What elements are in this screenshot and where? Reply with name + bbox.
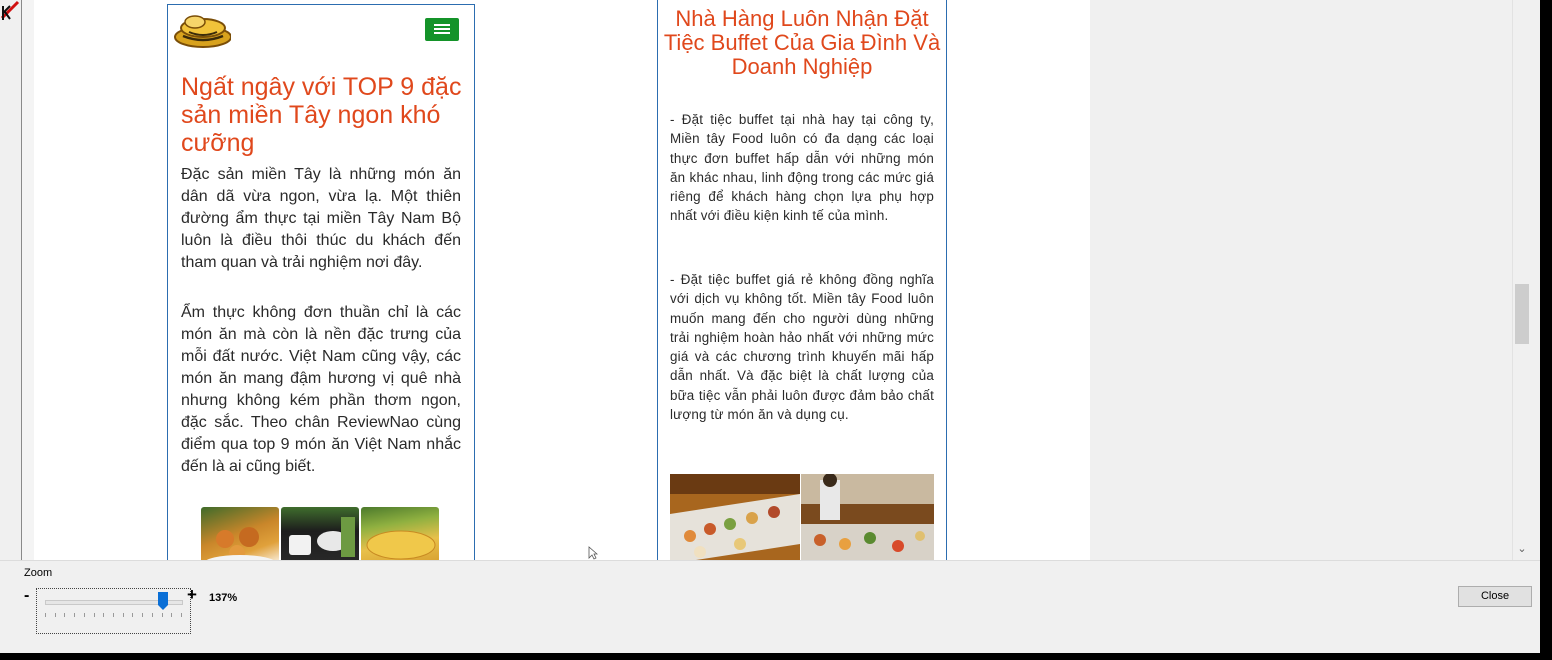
zoom-slider-ticks <box>45 613 182 619</box>
food-image <box>361 507 439 561</box>
slider-tick <box>171 613 173 617</box>
slider-tick <box>151 613 153 617</box>
mouse-cursor-icon <box>588 546 598 560</box>
food-image <box>201 507 279 561</box>
zoom-plus-label: + <box>187 585 197 604</box>
article-title: Nhà Hàng Luôn Nhận Đặt Tiệc Buffet Của G… <box>663 6 941 79</box>
article-paragraph-2: Ẩm thực không đơn thuần chỉ là các món ă… <box>181 304 461 475</box>
close-button[interactable]: Close <box>1458 586 1532 607</box>
page-1: Ngất ngây với TOP 9 đặc sản miền Tây ngo… <box>167 4 475 561</box>
buffet-image <box>670 474 934 560</box>
slider-tick <box>64 613 66 617</box>
slider-tick <box>54 613 56 617</box>
zoom-minus-label: - <box>24 587 30 604</box>
corner-resize-icon <box>0 0 20 20</box>
zoom-slider[interactable] <box>36 588 191 634</box>
slider-tick <box>132 613 134 617</box>
buffet-photo-icon <box>670 474 934 560</box>
slider-tick <box>74 613 76 617</box>
article-paragraph-1: - Đặt tiệc buffet tại nhà hay tại công t… <box>670 112 934 224</box>
zoom-panel: Zoom - + 137% Close <box>0 560 1540 653</box>
vertical-scrollbar[interactable]: ⌄ <box>1512 0 1531 560</box>
menu-button[interactable] <box>425 18 459 41</box>
zoom-slider-thumb[interactable] <box>158 592 169 610</box>
window-left-border <box>0 0 22 560</box>
food-photo-icon <box>366 530 436 560</box>
food-photo-icon <box>205 527 275 561</box>
page-2: Nhà Hàng Luôn Nhận Đặt Tiệc Buffet Của G… <box>657 0 947 560</box>
article-paragraph-1: Đặc sản miền Tây là những món ăn dân dã … <box>181 166 461 271</box>
slider-tick <box>83 613 85 617</box>
scrollbar-thumb[interactable] <box>1515 284 1529 344</box>
preview-background <box>1090 0 1512 560</box>
article-title: Ngất ngây với TOP 9 đặc sản miền Tây ngo… <box>181 73 462 157</box>
food-thumbnails <box>201 507 441 561</box>
food-image <box>281 507 359 561</box>
logo-icon <box>174 15 231 48</box>
screen-edge <box>1540 0 1552 660</box>
food-photo-icon <box>289 517 355 557</box>
zoom-value: 137% <box>209 592 238 604</box>
window-right-border <box>1531 0 1540 560</box>
slider-tick <box>142 613 144 617</box>
print-preview-window: Ngất ngây với TOP 9 đặc sản miền Tây ngo… <box>0 0 1552 653</box>
slider-tick <box>122 613 124 617</box>
slider-tick <box>161 613 163 617</box>
slider-tick <box>113 613 114 617</box>
article-paragraph-2: - Đặt tiệc buffet giá rẻ không đồng nghĩ… <box>670 272 934 423</box>
slider-tick <box>181 613 182 617</box>
slider-tick <box>45 613 46 617</box>
slider-tick <box>93 613 95 617</box>
slider-tick <box>103 613 105 617</box>
scroll-down-icon[interactable]: ⌄ <box>1516 542 1528 556</box>
zoom-label: Zoom <box>24 567 53 579</box>
